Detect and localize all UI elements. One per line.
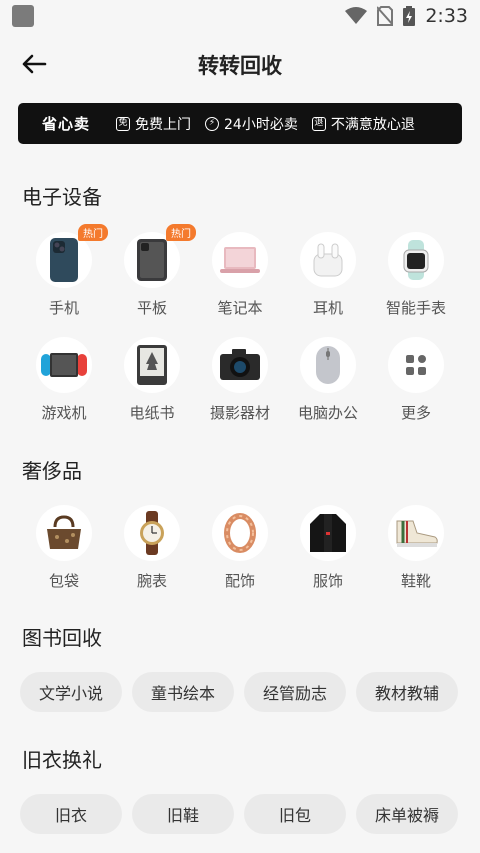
clothes-chips: 旧衣 旧鞋 旧包 床单被褥 <box>0 794 480 834</box>
category-more[interactable]: 更多 <box>372 337 460 423</box>
category-smartwatch[interactable]: 智能手表 <box>372 232 460 318</box>
hot-badge: 热门 <box>166 224 196 241</box>
category-phone[interactable]: 热门 手机 <box>20 224 108 318</box>
chip-picture-books[interactable]: 童书绘本 <box>132 672 234 712</box>
free-icon: 免 <box>116 116 131 131</box>
smartwatch-icon <box>403 240 429 280</box>
category-bags[interactable]: 包袋 <box>20 505 108 591</box>
category-game-console[interactable]: 游戏机 <box>20 337 108 423</box>
hot-badge: 热门 <box>78 224 108 241</box>
category-camera[interactable]: 摄影器材 <box>196 337 284 423</box>
category-pc-office[interactable]: 电脑办公 <box>284 337 372 423</box>
camera-icon <box>220 349 260 380</box>
section-title-electronics: 电子设备 <box>22 185 102 209</box>
banner-item-refund: 退 不满意放心退 <box>311 114 415 134</box>
category-tablet[interactable]: 热门 平板 <box>108 224 196 318</box>
ereader-icon <box>137 345 167 385</box>
grid-icon <box>406 355 426 375</box>
game-console-icon <box>41 353 87 377</box>
lightning-icon: ⚡ <box>205 116 220 131</box>
handbag-icon <box>47 515 81 549</box>
laptop-icon <box>220 247 260 273</box>
header: 转转回收 <box>0 40 480 88</box>
clock: 2:33 <box>425 5 468 27</box>
banner-brand: 省心卖 <box>42 115 91 133</box>
earphones-icon <box>313 243 343 277</box>
bracelet-icon <box>224 513 256 553</box>
banner-item-24h: ⚡ 24小时必卖 <box>205 114 298 134</box>
service-banner[interactable]: 省心卖 免 免费上门 ⚡ 24小时必卖 退 不满意放心退 <box>18 103 462 144</box>
category-earphones[interactable]: 耳机 <box>284 232 372 318</box>
watch-icon <box>140 511 164 555</box>
refund-icon: 退 <box>311 116 326 131</box>
wifi-icon <box>345 7 368 24</box>
section-title-books: 图书回收 <box>22 626 102 650</box>
section-title-luxury: 奢侈品 <box>22 459 82 483</box>
mouse-icon <box>316 346 340 384</box>
sneaker-icon <box>396 520 438 547</box>
chip-old-clothes[interactable]: 旧衣 <box>20 794 122 834</box>
chip-old-bags[interactable]: 旧包 <box>244 794 346 834</box>
category-shoes[interactable]: 鞋靴 <box>372 505 460 591</box>
banner-item-free-pickup: 免 免费上门 <box>116 114 191 134</box>
chip-textbooks[interactable]: 教材教辅 <box>356 672 458 712</box>
section-title-clothes: 旧衣换礼 <box>22 748 102 772</box>
no-sim-icon <box>377 6 394 26</box>
status-bar: 2:33 <box>0 0 480 32</box>
notification-icon <box>12 5 34 27</box>
chip-literature[interactable]: 文学小说 <box>20 672 122 712</box>
chip-business[interactable]: 经管励志 <box>244 672 346 712</box>
category-accessories[interactable]: 配饰 <box>196 505 284 591</box>
category-laptop[interactable]: 笔记本 <box>196 232 284 318</box>
chip-bedding[interactable]: 床单被褥 <box>356 794 458 834</box>
tablet-icon <box>137 239 167 281</box>
category-ereader[interactable]: 电纸书 <box>108 337 196 423</box>
page-title: 转转回收 <box>198 54 282 78</box>
jacket-icon <box>310 514 346 552</box>
phone-icon <box>50 238 78 282</box>
battery-icon <box>403 6 416 26</box>
chip-old-shoes[interactable]: 旧鞋 <box>132 794 234 834</box>
category-watches[interactable]: 腕表 <box>108 505 196 591</box>
books-chips: 文学小说 童书绘本 经管励志 教材教辅 <box>0 672 480 712</box>
category-clothing[interactable]: 服饰 <box>284 505 372 591</box>
